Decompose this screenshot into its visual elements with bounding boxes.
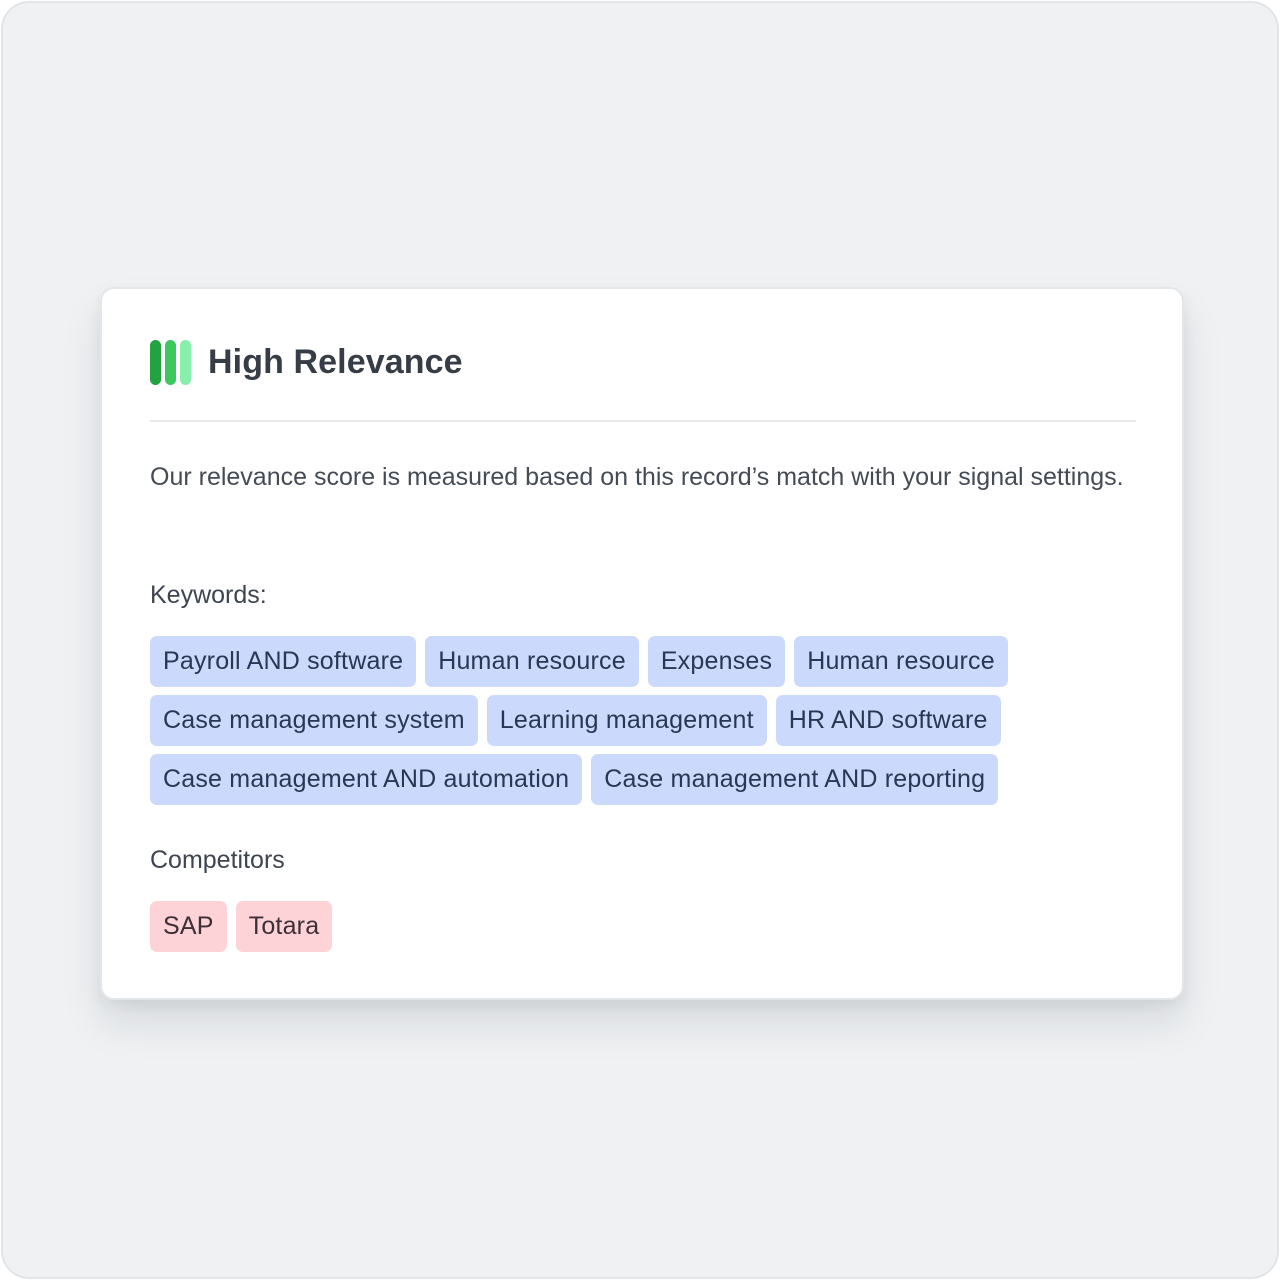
competitors-label: Competitors <box>150 846 285 874</box>
relevance-bar <box>180 339 191 385</box>
keyword-chip: Case management system <box>150 695 478 746</box>
keyword-chip: Case management AND reporting <box>591 754 999 805</box>
keyword-chip-list: Payroll AND software Human resource Expe… <box>150 636 1140 805</box>
keyword-chip: Expenses <box>647 636 786 687</box>
keyword-chip: Learning management <box>486 695 767 746</box>
header-divider <box>150 420 1136 422</box>
keyword-chip: Payroll AND software <box>150 636 417 687</box>
relevance-bar <box>150 339 161 385</box>
card-title: High Relevance <box>208 342 463 381</box>
competitor-chip: SAP <box>150 901 227 952</box>
relevance-card: High Relevance Our relevance score is me… <box>100 287 1184 1000</box>
keyword-chip: Case management AND automation <box>150 754 583 805</box>
keywords-label: Keywords: <box>150 581 267 609</box>
relevance-description: Our relevance score is measured based on… <box>150 463 1124 491</box>
competitor-chip: Totara <box>235 901 333 952</box>
keyword-chip: Human resource <box>794 636 1008 687</box>
card-header: High Relevance <box>150 339 463 385</box>
outer-frame: High Relevance Our relevance score is me… <box>1 1 1279 1279</box>
keyword-chip: Human resource <box>425 636 639 687</box>
relevance-bar <box>165 339 176 385</box>
keyword-chip: HR AND software <box>775 695 1001 746</box>
competitor-chip-list: SAP Totara <box>150 901 1140 952</box>
relevance-bars-icon <box>150 339 191 385</box>
